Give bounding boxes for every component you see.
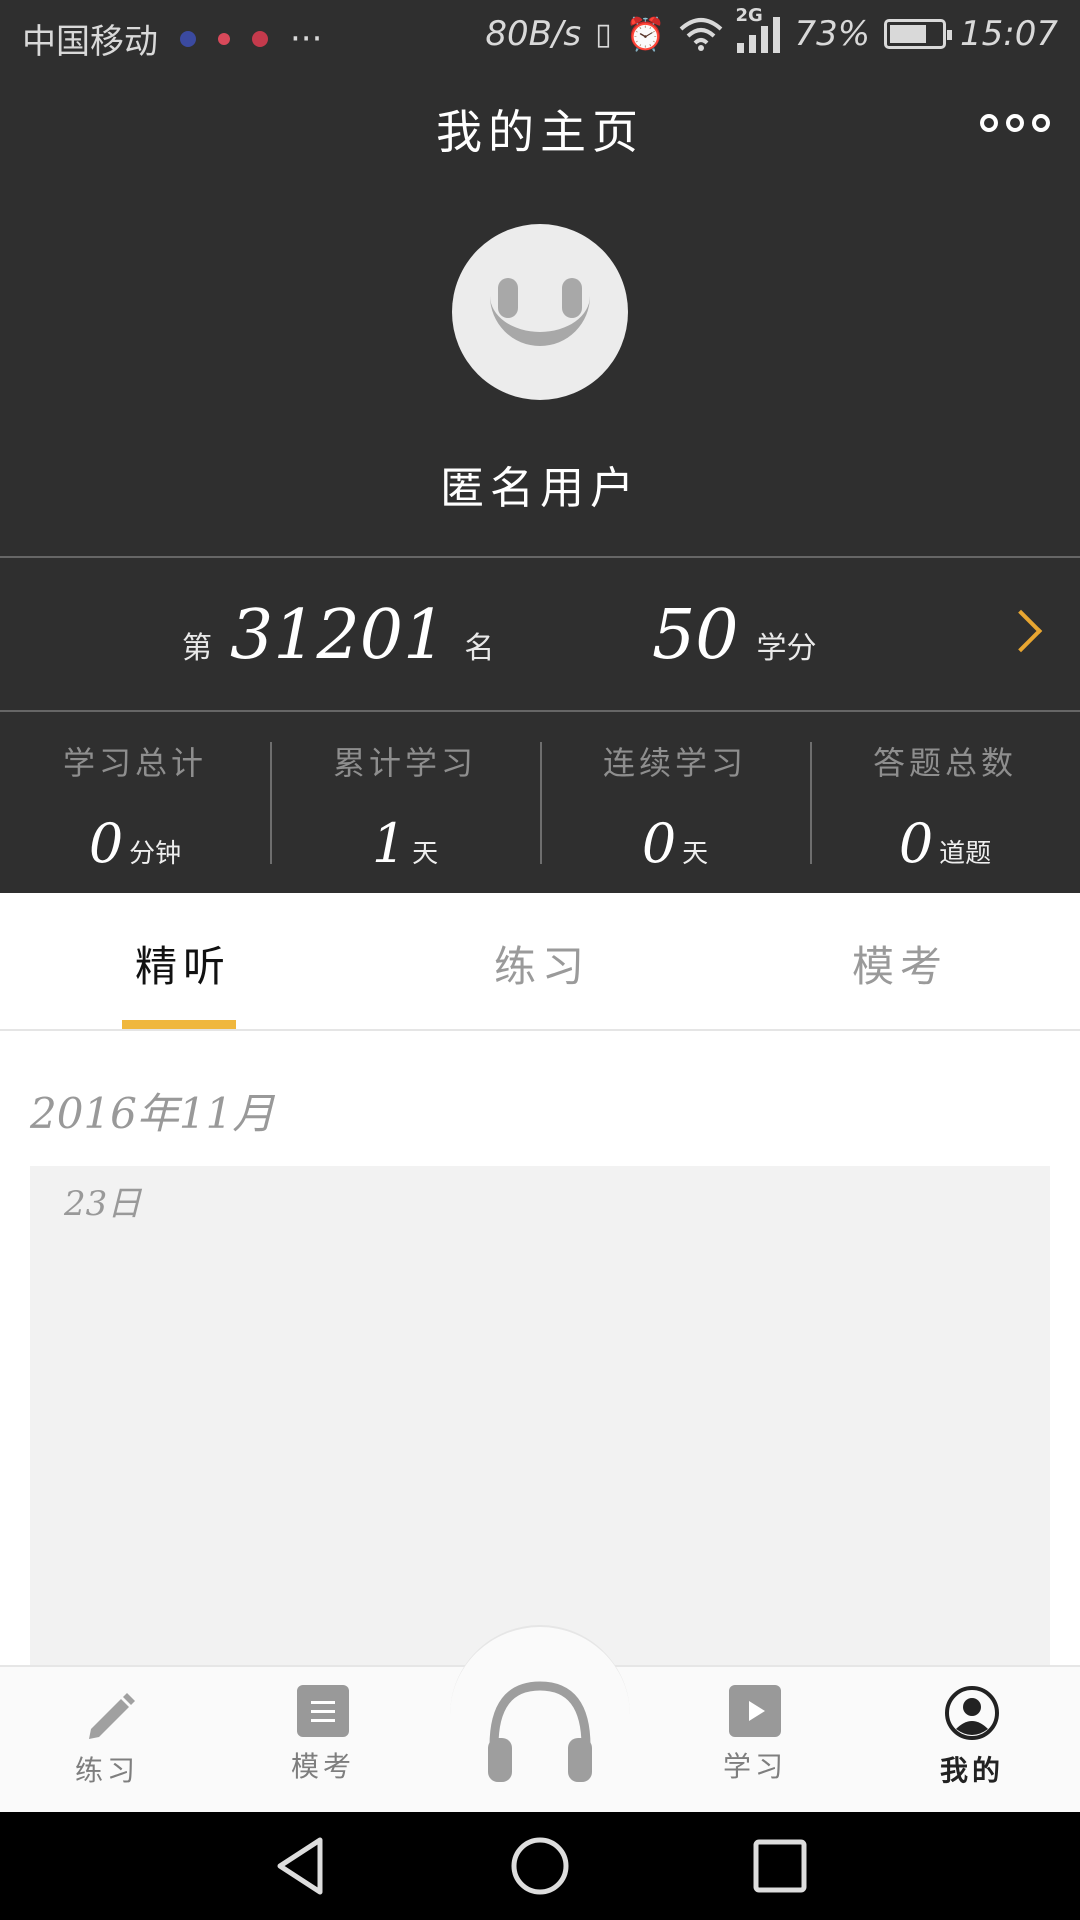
stat-label: 学习总计: [62, 744, 207, 782]
nav-label: 学习: [722, 1750, 787, 1783]
app-notification-icon: [180, 30, 196, 47]
avatar[interactable]: [452, 224, 628, 400]
list-icon: [297, 1685, 349, 1737]
rank-position: 第 31201 名: [182, 596, 494, 675]
content-tabs: 精听 练习 模考: [0, 893, 1080, 1031]
stat-label: 答题总数: [872, 744, 1017, 782]
home-icon[interactable]: [510, 1836, 570, 1896]
nav-label: 练习: [74, 1754, 139, 1787]
recents-icon[interactable]: [752, 1838, 808, 1894]
battery-icon: [884, 19, 953, 49]
credits: 50 学分: [652, 596, 817, 675]
day-record-card[interactable]: 23日: [30, 1166, 1050, 1666]
wifi-icon: [680, 18, 723, 51]
stat-cumulative-days: 累计学习 1天: [270, 712, 540, 892]
stat-unit: 分钟: [129, 839, 182, 869]
user-icon: [945, 1686, 999, 1740]
stat-label: 连续学习: [602, 744, 747, 782]
nav-mock-exam[interactable]: 模考: [253, 1685, 393, 1785]
tab-intensive-listening[interactable]: 精听: [135, 933, 231, 994]
nav-mine[interactable]: 我的: [902, 1685, 1042, 1789]
stat-questions-answered: 答题总数 0 道题: [810, 712, 1080, 892]
credits-number: 50: [652, 596, 739, 675]
credits-unit: 学分: [756, 631, 817, 666]
stats-row: 学习总计 0 分钟 累计学习 1天 连续学习 0天 答题总数 0 道题: [0, 712, 1080, 892]
alarm-icon: ⏰: [625, 15, 666, 53]
more-options-icon[interactable]: [980, 114, 1050, 132]
headphones-icon[interactable]: [480, 1670, 600, 1790]
nav-study[interactable]: 学习: [685, 1685, 825, 1785]
heart-notification-icon: [218, 32, 230, 45]
battery-percent: 73%: [794, 14, 871, 54]
system-nav-bar: [0, 1812, 1080, 1920]
rank-row[interactable]: 第 31201 名 50 学分: [0, 558, 1080, 710]
nav-practice[interactable]: 练习: [37, 1685, 177, 1789]
status-bar: 中国移动 ··· 80B/s ▯ ⏰ 2G 73% 15:07: [0, 0, 1080, 70]
chevron-right-icon[interactable]: [999, 609, 1043, 653]
tab-active-indicator: [122, 1020, 236, 1029]
day-label: 23日: [64, 1184, 142, 1224]
play-icon: [729, 1685, 781, 1737]
back-icon[interactable]: [272, 1834, 328, 1898]
vibrate-icon: ▯: [595, 16, 612, 52]
nav-label: 模考: [290, 1750, 355, 1783]
carrier-label: 中国移动: [22, 22, 158, 62]
stat-label: 累计学习: [332, 744, 477, 782]
nav-label: 我的: [939, 1754, 1004, 1787]
rank-suffix: 名: [464, 631, 495, 666]
tab-mock-exam[interactable]: 模考: [852, 933, 948, 994]
stat-value: 0: [641, 812, 677, 875]
network-speed: 80B/s: [485, 14, 582, 54]
network-type: 2G: [735, 5, 763, 26]
stat-unit: 道题: [939, 839, 992, 869]
month-heading: 2016年11月: [30, 1089, 275, 1138]
stat-value: 0: [898, 812, 934, 875]
rank-number: 31201: [230, 596, 447, 675]
pencil-icon: [89, 1693, 135, 1739]
stat-unit: 天: [682, 839, 709, 869]
stat-value: 1: [371, 812, 407, 875]
tab-practice[interactable]: 练习: [494, 933, 590, 994]
page-title: 我的主页: [436, 105, 644, 159]
username: 匿名用户: [440, 463, 640, 514]
clock: 15:07: [960, 14, 1058, 54]
message-notification-icon: [252, 30, 268, 47]
stat-unit: 天: [412, 839, 439, 869]
more-notifications: ···: [290, 18, 323, 59]
stat-total-study: 学习总计 0 分钟: [0, 712, 270, 892]
avatar-mouth: [490, 284, 590, 346]
stat-value: 0: [88, 812, 124, 875]
stat-streak-days: 连续学习 0天: [540, 712, 810, 892]
rank-prefix: 第: [182, 631, 212, 666]
